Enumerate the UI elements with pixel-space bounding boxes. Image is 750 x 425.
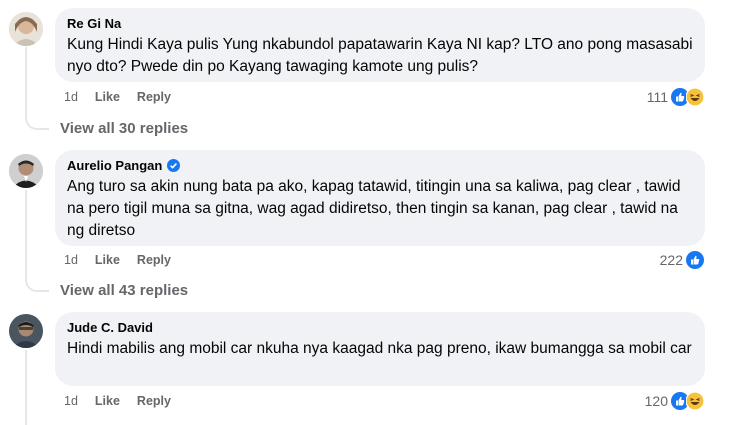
reactions-summary[interactable]: 120 bbox=[644, 391, 705, 411]
avatar[interactable] bbox=[9, 12, 43, 46]
haha-icon bbox=[685, 87, 705, 107]
verified-badge-icon bbox=[167, 159, 181, 172]
reply-button[interactable]: Reply bbox=[137, 90, 171, 104]
reaction-count: 120 bbox=[644, 393, 668, 409]
like-icon bbox=[686, 251, 704, 269]
timestamp[interactable]: 1d bbox=[64, 90, 78, 104]
reactions-summary[interactable]: 111 bbox=[646, 87, 705, 107]
author-name[interactable]: Re Gi Na bbox=[67, 16, 121, 31]
comment-bubble: Jude C. David Hindi mabilis ang mobil ca… bbox=[55, 312, 705, 386]
comment-actions: 1d Like Reply bbox=[64, 394, 171, 408]
reactions-summary[interactable]: 222 bbox=[660, 251, 704, 269]
like-button[interactable]: Like bbox=[95, 394, 120, 408]
reply-button[interactable]: Reply bbox=[137, 253, 171, 267]
comment-actions: 1d Like Reply bbox=[64, 253, 171, 267]
thread-line bbox=[25, 350, 27, 425]
view-replies-link[interactable]: View all 43 replies bbox=[60, 282, 188, 299]
thread-curve bbox=[25, 104, 49, 130]
comment-actions: 1d Like Reply bbox=[64, 90, 171, 104]
reaction-count: 111 bbox=[646, 89, 668, 105]
comment-bubble: Aurelio Pangan Ang turo sa akin nung bat… bbox=[55, 150, 705, 246]
author-name[interactable]: Jude C. David bbox=[67, 320, 153, 335]
reply-button[interactable]: Reply bbox=[137, 394, 171, 408]
comment-bubble: Re Gi Na Kung Hindi Kaya pulis Yung nkab… bbox=[55, 8, 705, 82]
like-button[interactable]: Like bbox=[95, 90, 120, 104]
haha-icon bbox=[685, 391, 705, 411]
like-button[interactable]: Like bbox=[95, 253, 120, 267]
author-name[interactable]: Aurelio Pangan bbox=[67, 158, 162, 173]
timestamp[interactable]: 1d bbox=[64, 394, 78, 408]
timestamp[interactable]: 1d bbox=[64, 253, 78, 267]
comment-text: Hindi mabilis ang mobil car nkuha nya ka… bbox=[67, 340, 692, 357]
view-replies-link[interactable]: View all 30 replies bbox=[60, 120, 188, 137]
comment-text: Ang turo sa akin nung bata pa ako, kapag… bbox=[67, 178, 681, 239]
comment-text: Kung Hindi Kaya pulis Yung nkabundol pap… bbox=[67, 36, 693, 75]
reaction-count: 222 bbox=[659, 252, 683, 268]
avatar[interactable] bbox=[9, 314, 43, 348]
thread-curve bbox=[25, 266, 49, 292]
avatar[interactable] bbox=[9, 154, 43, 188]
